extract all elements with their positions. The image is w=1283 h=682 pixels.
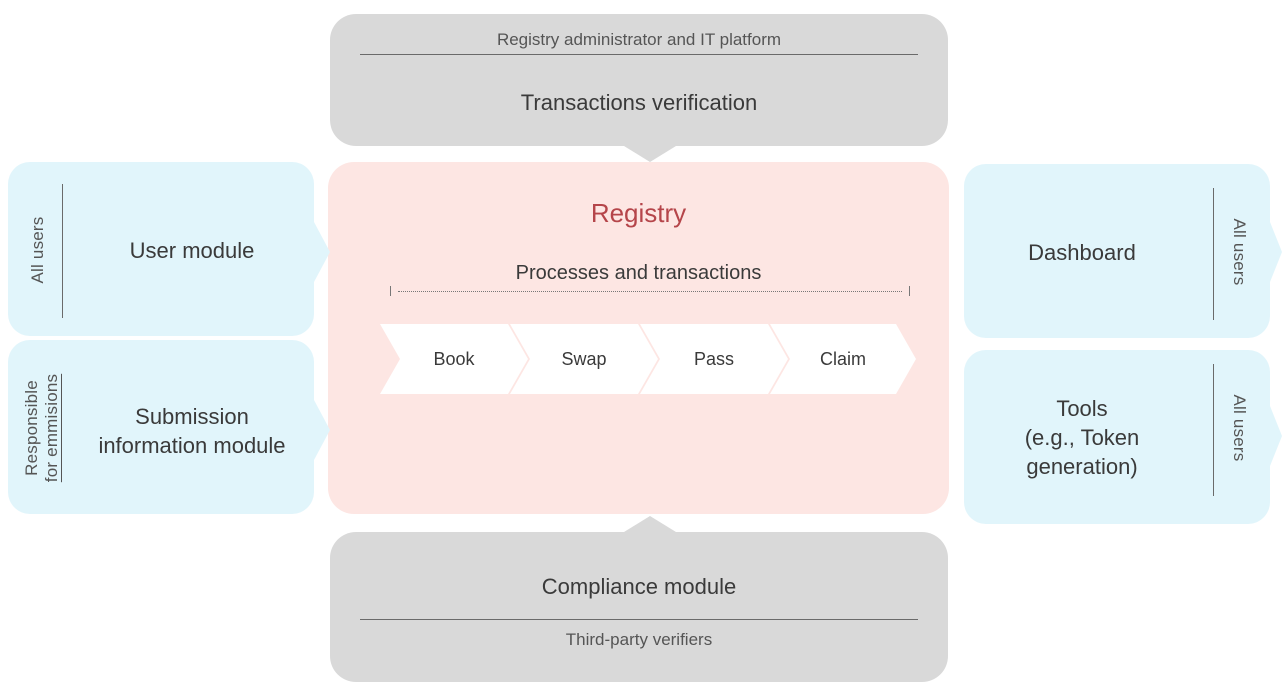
tools-box: Tools (e.g., Token generation) All users bbox=[964, 350, 1270, 524]
dashboard-audience-label: All users bbox=[1230, 218, 1249, 286]
step-swap-label: Swap bbox=[561, 349, 607, 369]
registry-box: Registry Processes and transactions Book… bbox=[328, 162, 949, 514]
dashboard-title-line: Dashboard bbox=[1028, 240, 1136, 265]
top-divider bbox=[360, 54, 918, 55]
transactions-verification-box: Registry administrator and IT platform T… bbox=[330, 14, 948, 146]
submission-title-line-1: Submission bbox=[135, 404, 249, 429]
top-down-pointer bbox=[624, 146, 676, 162]
processes-label: Processes and transactions bbox=[515, 262, 762, 284]
compliance-module-box: Compliance module Third-party verifiers bbox=[330, 532, 948, 682]
submission-title-line-2: information module bbox=[98, 433, 286, 458]
user-module-box: All users User module bbox=[8, 162, 314, 336]
submission-audience-line-1: Responsible bbox=[22, 380, 41, 476]
dashboard-title: Dashboard bbox=[964, 240, 1200, 266]
tools-title-line-2: (e.g., Token bbox=[1024, 425, 1140, 450]
tools-divider bbox=[1213, 364, 1214, 496]
step-pass-label: Pass bbox=[693, 349, 735, 369]
tools-title-line-3: generation) bbox=[1026, 454, 1138, 479]
third-party-verifiers-label: Third-party verifiers bbox=[565, 630, 713, 649]
submission-audience-line-2: for emmisions bbox=[42, 373, 61, 483]
submission-module-box: Responsible for emmisions Submission inf… bbox=[8, 340, 314, 514]
user-module-pointer bbox=[314, 222, 330, 282]
submission-module-pointer bbox=[314, 400, 330, 460]
user-module-divider bbox=[62, 184, 63, 318]
tools-title: Tools (e.g., Token generation) bbox=[964, 394, 1200, 481]
step-book: Book bbox=[380, 324, 528, 394]
user-module-title: User module bbox=[70, 238, 314, 264]
dashboard-pointer bbox=[1270, 222, 1282, 282]
processes-bracket bbox=[390, 286, 910, 298]
user-module-title-line: User module bbox=[129, 238, 255, 263]
tools-audience-label: All users bbox=[1230, 394, 1249, 462]
bottom-divider bbox=[360, 619, 918, 620]
tools-title-line-1: Tools bbox=[1056, 396, 1108, 421]
step-claim-label: Claim bbox=[819, 349, 866, 369]
step-book-label: Book bbox=[433, 349, 475, 369]
bottom-up-pointer bbox=[624, 516, 676, 532]
dashboard-divider bbox=[1213, 188, 1214, 320]
submission-module-title: Submission information module bbox=[70, 402, 314, 460]
registry-administrator-label: Registry administrator and IT platform bbox=[496, 30, 782, 49]
registry-title: Registry bbox=[590, 198, 687, 228]
compliance-module-title: Compliance module bbox=[541, 574, 737, 599]
process-steps: Book Swap Pass Claim bbox=[380, 324, 916, 394]
submission-module-audience-label: Responsible for emmisions bbox=[22, 374, 62, 482]
step-claim: Claim bbox=[770, 324, 916, 394]
step-pass: Pass bbox=[640, 324, 788, 394]
step-swap: Swap bbox=[510, 324, 658, 394]
transactions-verification-title: Transactions verification bbox=[520, 90, 758, 115]
user-module-audience-label: All users bbox=[28, 216, 47, 284]
dashboard-box: Dashboard All users bbox=[964, 164, 1270, 338]
tools-pointer bbox=[1270, 406, 1282, 466]
